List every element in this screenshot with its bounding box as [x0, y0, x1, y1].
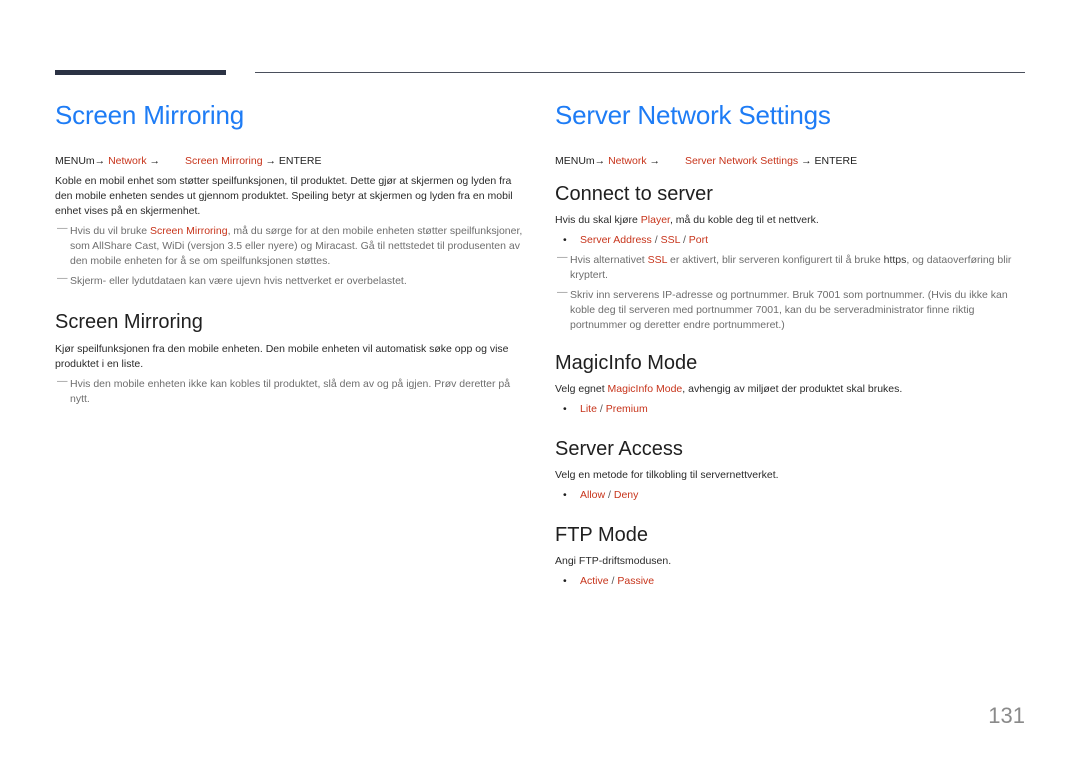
arrow-icon: →: [94, 155, 106, 167]
note: — Hvis den mobile enheten ikke kan kobles…: [55, 375, 525, 407]
arrow-icon: →: [265, 155, 276, 167]
arrow-icon: →: [649, 155, 661, 167]
page-number: 131: [988, 703, 1025, 728]
enter-label: ENTER: [814, 155, 851, 167]
note-text: Skjerm- eller lydutdataen kan være ujevn…: [70, 275, 407, 287]
option-ssl: SSL: [660, 234, 681, 246]
text: Hvis du skal kjøre: [555, 214, 641, 226]
note-dash-icon: —: [557, 251, 568, 263]
text: , må du koble deg til et nettverk.: [669, 214, 819, 226]
menu-path: MENUm→ Network → Server Network Settings…: [555, 154, 1030, 168]
note: — Hvis du vil bruke Screen Mirroring, må …: [55, 222, 525, 269]
bullet-icon: •: [563, 575, 567, 587]
right-column: Server Network Settings MENUm→ Network →…: [555, 96, 1030, 589]
options-list-item: • Server Address / SSL / Port: [555, 233, 1030, 248]
menu-label: MENU: [55, 155, 86, 167]
note: — Hvis alternativet SSL er aktivert, blir…: [555, 251, 1030, 283]
menu-step-network: Network: [108, 155, 147, 167]
menu-label: MENU: [555, 155, 586, 167]
header-divider: [255, 72, 1025, 73]
section-heading-screen-mirroring: Screen Mirroring: [55, 311, 203, 333]
option-passive: Passive: [617, 575, 655, 587]
options-list-item: • Active / Passive: [555, 574, 1030, 589]
note-dash-icon: —: [57, 375, 68, 387]
note: — Skjerm- eller lydutdataen kan være ujev…: [55, 272, 525, 289]
section-text: Hvis du skal kjøre Player, må du koble d…: [555, 213, 1030, 228]
note-text: Hvis den mobile enheten ikke kan kobles …: [70, 378, 511, 405]
options-list-item: • Lite / Premium: [555, 402, 1030, 417]
highlight-ssl: SSL: [647, 254, 668, 266]
note-dash-icon: —: [57, 222, 68, 234]
bullet-icon: •: [563, 403, 567, 415]
section-heading-ftp-mode: FTP Mode: [555, 524, 648, 546]
menu-icon: m: [585, 155, 595, 167]
highlight-magicinfo-mode: MagicInfo Mode: [607, 383, 683, 395]
separator: /: [596, 403, 606, 415]
menu-path: MENUm→ Network → Screen Mirroring → ENTE…: [55, 154, 525, 168]
enter-label: ENTER: [278, 155, 315, 167]
highlight-https: https: [883, 254, 907, 266]
option-server-address: Server Address: [580, 234, 652, 246]
note-text: Hvis du vil bruke: [70, 225, 150, 237]
note-dash-icon: —: [57, 272, 68, 284]
note: — Skriv inn serverens IP-adresse og portn…: [555, 286, 1030, 333]
menu-step-server-network-settings: Server Network Settings: [684, 155, 799, 167]
section-heading-connect-to-server: Connect to server: [555, 183, 713, 205]
option-lite: Lite: [580, 403, 597, 415]
menu-step-screen-mirroring: Screen Mirroring: [184, 155, 263, 167]
option-deny: Deny: [613, 489, 639, 501]
header-bar-accent: [55, 70, 226, 75]
enter-icon: E: [850, 155, 858, 167]
highlight-player: Player: [640, 214, 670, 226]
section-text: Velg en metode for tilkobling til server…: [555, 469, 779, 481]
option-premium: Premium: [605, 403, 648, 415]
option-active: Active: [580, 575, 609, 587]
bullet-icon: •: [563, 489, 567, 501]
section-heading-magicinfo-mode: MagicInfo Mode: [555, 352, 698, 374]
section-heading-server-access: Server Access: [555, 438, 683, 460]
left-column: Screen Mirroring MENUm→ Network → Screen…: [55, 96, 525, 407]
section-text: Velg egnet MagicInfo Mode, avhengig av m…: [555, 382, 1030, 397]
menu-icon: m: [85, 155, 95, 167]
menu-step-network: Network: [608, 155, 647, 167]
note-text: Skriv inn serverens IP-adresse og portnu…: [570, 289, 1008, 331]
note-dash-icon: —: [557, 286, 568, 298]
page-title-screen-mirroring: Screen Mirroring: [55, 100, 244, 130]
separator: /: [680, 234, 689, 246]
intro-text: Koble en mobil enhet som støtter speilfu…: [55, 175, 513, 217]
option-port: Port: [688, 234, 709, 246]
arrow-icon: →: [149, 155, 161, 167]
section-text: Kjør speilfunksjonen fra den mobile enhe…: [55, 343, 509, 370]
highlight-screen-mirroring: Screen Mirroring: [149, 225, 228, 237]
enter-icon: E: [314, 155, 322, 167]
page-title-server-network-settings: Server Network Settings: [555, 100, 831, 130]
text: Velg egnet: [555, 383, 608, 395]
option-allow: Allow: [580, 489, 606, 501]
bullet-icon: •: [563, 234, 567, 246]
note-text: er aktivert, blir serveren konfigurert t…: [667, 254, 884, 266]
section-text: Angi FTP-driftsmodusen.: [555, 555, 672, 567]
text: , avhengig av miljøet der produktet skal…: [682, 383, 903, 395]
separator: /: [605, 489, 614, 501]
note-text: Hvis alternativet: [570, 254, 648, 266]
options-list-item: • Allow / Deny: [555, 488, 1030, 503]
arrow-icon: →: [801, 155, 812, 167]
separator: /: [651, 234, 661, 246]
arrow-icon: →: [594, 155, 606, 167]
